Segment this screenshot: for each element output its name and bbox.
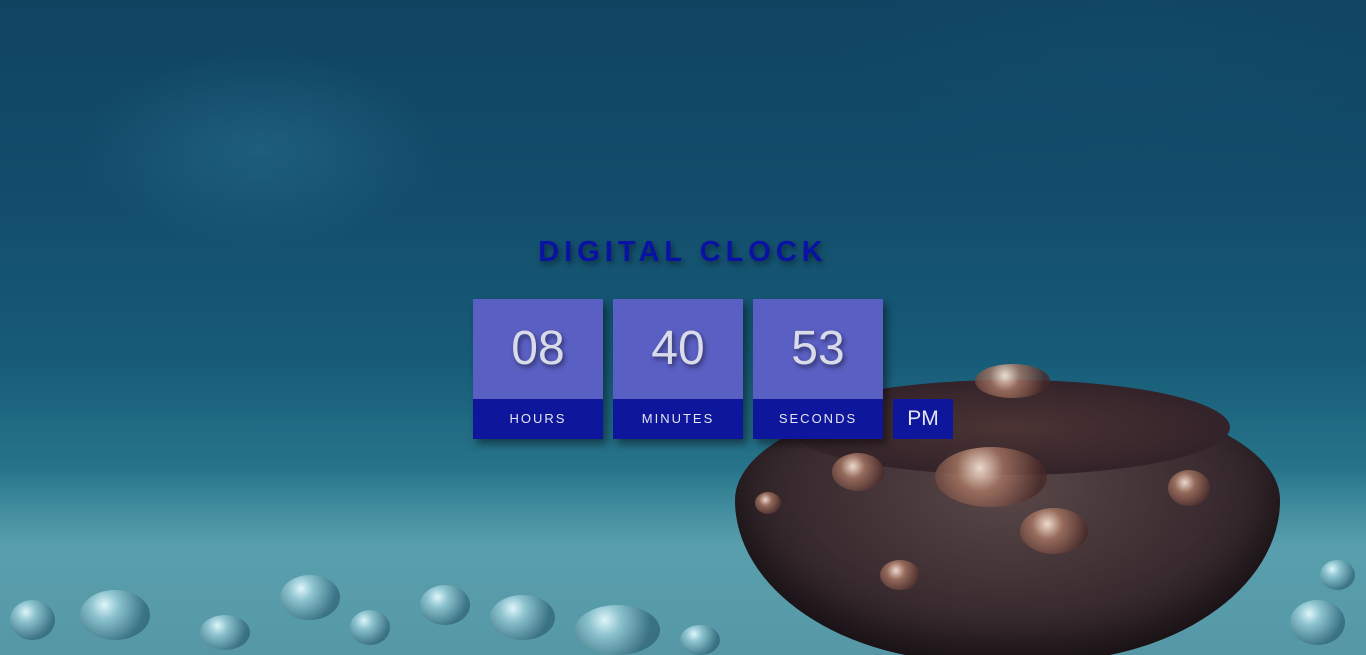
bean-droplet — [935, 447, 1047, 507]
water-droplet — [280, 575, 340, 620]
clock-title: DIGITAL CLOCK — [538, 236, 828, 268]
bean-droplet — [975, 364, 1050, 398]
water-droplet — [575, 605, 660, 655]
bean-droplet — [755, 492, 781, 514]
bean-droplet — [880, 560, 920, 590]
bean-droplet — [1168, 470, 1210, 506]
water-droplet — [10, 600, 55, 640]
water-droplet — [420, 585, 470, 625]
digital-clock: 08 HOURS 40 MINUTES 53 SECONDS PM — [473, 299, 953, 439]
hours-value: 08 — [473, 299, 603, 399]
water-droplet — [350, 610, 390, 645]
water-droplet — [490, 595, 555, 640]
seconds-box: 53 SECONDS — [753, 299, 883, 439]
water-droplet — [1320, 560, 1355, 590]
hours-label: HOURS — [473, 399, 603, 439]
water-droplet — [200, 615, 250, 650]
water-droplet — [680, 625, 720, 655]
hours-box: 08 HOURS — [473, 299, 603, 439]
seconds-label: SECONDS — [753, 399, 883, 439]
water-droplet — [80, 590, 150, 640]
bean-droplet — [1020, 508, 1088, 554]
minutes-value: 40 — [613, 299, 743, 399]
bean-droplet — [832, 453, 884, 491]
minutes-label: MINUTES — [613, 399, 743, 439]
minutes-box: 40 MINUTES — [613, 299, 743, 439]
water-droplet — [1290, 600, 1345, 645]
am-pm-indicator: PM — [893, 399, 953, 439]
seconds-value: 53 — [753, 299, 883, 399]
